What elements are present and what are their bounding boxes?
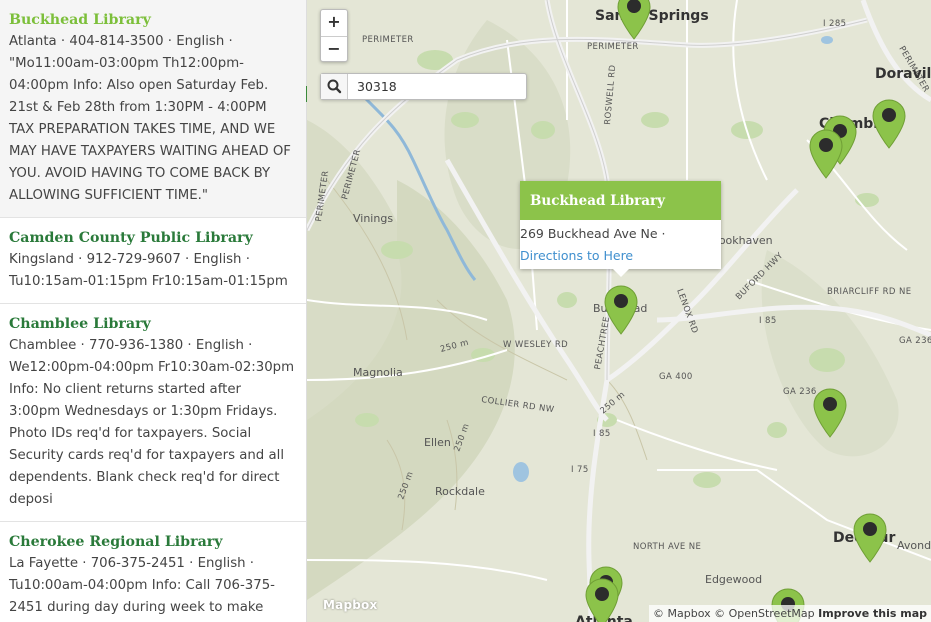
library-marker-doraville[interactable] — [872, 99, 906, 149]
library-marker-buckhead[interactable] — [604, 285, 638, 335]
attribution-osm-link[interactable]: © OpenStreetMap — [714, 607, 815, 620]
listing-details: Chamblee · 770-936-1380 · English · We12… — [9, 338, 295, 507]
library-marker-atlanta[interactable] — [585, 578, 619, 622]
attribution-mapbox-link[interactable]: © Mapbox — [653, 607, 711, 620]
directions-link[interactable]: Directions to Here — [520, 245, 721, 267]
road-label-briarcliff: BRIARCLIFF RD NE — [827, 287, 911, 297]
listing-title[interactable]: Cherokee Regional Library — [9, 531, 296, 553]
place-label-magnolia: Magnolia — [353, 366, 403, 379]
listing-camden-county-library[interactable]: Camden County Public Library Kingsland ·… — [0, 218, 306, 304]
library-marker[interactable] — [813, 388, 847, 438]
popup-address: 269 Buckhead Ave Ne · — [520, 226, 666, 241]
listing-cherokee-regional-library[interactable]: Cherokee Regional Library La Fayette · 7… — [0, 522, 306, 622]
road-label-ga236: GA 236 — [783, 387, 817, 397]
search-button[interactable] — [321, 74, 348, 99]
zoom-controls: + − — [320, 9, 348, 62]
mapbox-logo[interactable]: Mapbox — [323, 598, 377, 612]
library-list-sidebar: Buckhead Library Atlanta · 404-814-3500 … — [0, 0, 307, 622]
library-marker[interactable] — [617, 0, 651, 40]
map-attribution: © Mapbox © OpenStreetMap Improve this ma… — [649, 605, 931, 622]
place-label-edgewood: Edgewood — [705, 573, 762, 586]
road-label-ga400: GA 400 — [659, 372, 693, 382]
place-label-doraville: Doraville — [875, 66, 931, 82]
listing-title[interactable]: Camden County Public Library — [9, 227, 296, 249]
search-input[interactable] — [349, 74, 525, 99]
library-marker-chamblee[interactable] — [809, 129, 843, 179]
zoom-out-button[interactable]: − — [321, 36, 347, 62]
listing-details: La Fayette · 706-375-2451 · English · Tu… — [9, 556, 275, 615]
road-label-north-ave: NORTH AVE NE — [633, 542, 701, 552]
road-label-perimeter: PERIMETER — [362, 35, 414, 45]
zoom-in-button[interactable]: + — [321, 10, 347, 36]
road-label-i75: I 75 — [571, 465, 589, 475]
listing-title[interactable]: Buckhead Library — [9, 9, 296, 31]
improve-map-link[interactable]: Improve this map — [818, 607, 927, 620]
road-label-i85: I 85 — [759, 316, 777, 326]
listing-details: Atlanta · 404-814-3500 · English · "Mo11… — [9, 34, 291, 203]
location-search — [320, 73, 527, 100]
library-marker-decatur[interactable] — [853, 513, 887, 563]
listing-details: Kingsland · 912-729-9607 · English · Tu1… — [9, 252, 288, 289]
place-label-rockdale: Rockdale — [435, 485, 485, 498]
place-label-avondale: Avond — [897, 539, 931, 552]
search-icon — [327, 79, 342, 94]
road-label-ga236: GA 236 — [899, 336, 931, 346]
place-label-sandy-springs: Sandy Springs — [595, 8, 709, 24]
road-label-w-wesley: W WESLEY RD — [503, 340, 568, 350]
library-popup: Buckhead Library 269 Buckhead Ave Ne · D… — [520, 181, 721, 277]
place-label-vinings: Vinings — [353, 212, 393, 225]
road-label-i85: I 85 — [593, 429, 611, 439]
road-label-perimeter: PERIMETER — [587, 42, 639, 52]
popup-tip — [613, 269, 629, 277]
listing-buckhead-library[interactable]: Buckhead Library Atlanta · 404-814-3500 … — [0, 0, 306, 218]
map-view[interactable]: PERIMETER PERIMETER PERIMETER PERIMETER … — [307, 0, 931, 622]
listing-title[interactable]: Chamblee Library — [9, 313, 296, 335]
listing-chamblee-library[interactable]: Chamblee Library Chamblee · 770-936-1380… — [0, 304, 306, 522]
popup-title: Buckhead Library — [520, 181, 721, 220]
popup-body: 269 Buckhead Ave Ne · Directions to Here — [520, 220, 721, 269]
place-label-ellen: Ellen — [424, 436, 451, 449]
road-label-i285: I 285 — [823, 19, 846, 29]
